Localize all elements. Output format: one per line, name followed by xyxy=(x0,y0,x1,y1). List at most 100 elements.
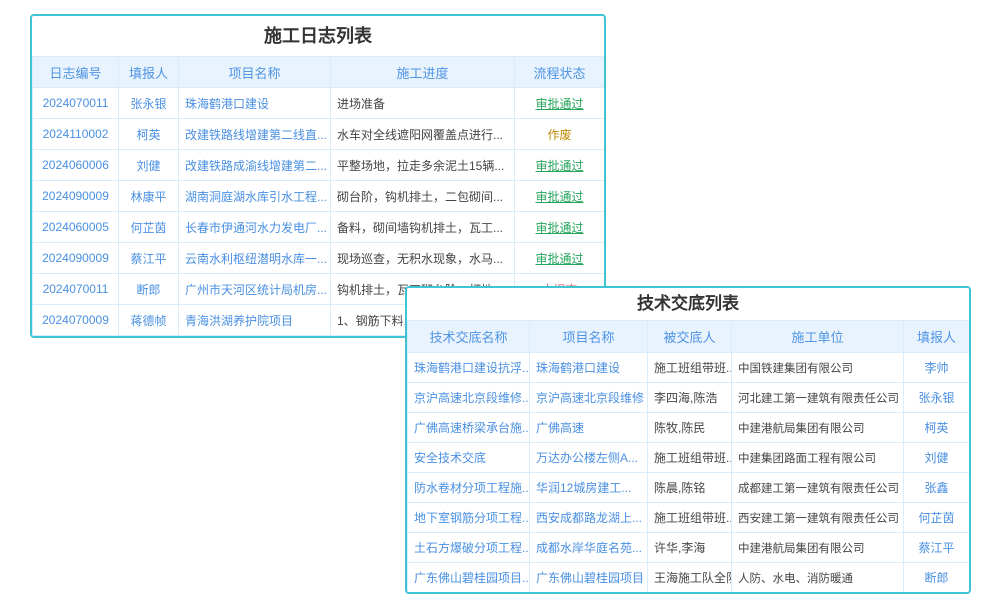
disclosure-name-link[interactable]: 广佛高速桥梁承台施... xyxy=(408,413,530,443)
log-id-link[interactable]: 2024110002 xyxy=(33,119,119,150)
disclosure-name-link[interactable]: 地下室钢筋分项工程... xyxy=(408,503,530,533)
project-link[interactable]: 珠海鹤港口建设 xyxy=(530,353,648,383)
progress-text: 平整场地，拉走多余泥土15辆... xyxy=(331,150,515,181)
status-badge[interactable]: 审批通过 xyxy=(515,150,605,181)
reporter-link[interactable]: 林康平 xyxy=(119,181,179,212)
reporter-link[interactable]: 张永银 xyxy=(904,383,970,413)
log-id-link[interactable]: 2024060005 xyxy=(33,212,119,243)
reporter-link[interactable]: 断郎 xyxy=(119,274,179,305)
status-badge[interactable]: 审批通过 xyxy=(515,243,605,274)
tech-disclosure-panel: 技术交底列表 技术交底名称 项目名称 被交底人 施工单位 填报人 珠海鹤港口建设… xyxy=(405,286,971,594)
project-link[interactable]: 京沪高速北京段维修 xyxy=(530,383,648,413)
column-header-disclosure-name: 技术交底名称 xyxy=(408,321,530,353)
table-row: 2024070011 张永银 珠海鹤港口建设 进场准备 审批通过 xyxy=(33,88,605,119)
table-row: 2024090009 蔡江平 云南水利枢纽潜明水库一... 现场巡查，无积水现象… xyxy=(33,243,605,274)
column-header-briefed-person: 被交底人 xyxy=(648,321,732,353)
table-row: 土石方爆破分项工程... 成都水岸华庭名苑... 许华,李海 中建港航局集团有限… xyxy=(408,533,970,563)
table-row: 2024060006 刘健 改建铁路成渝线增建第二... 平整场地，拉走多余泥土… xyxy=(33,150,605,181)
construction-unit-text: 西安建工第一建筑有限责任公司 xyxy=(732,503,904,533)
project-link[interactable]: 青海洪湖养护院项目 xyxy=(179,305,331,336)
construction-unit-text: 人防、水电、消防暖通 xyxy=(732,563,904,593)
table-row: 2024090009 林康平 湖南洞庭湖水库引水工程... 砌台阶，钩机排土，二… xyxy=(33,181,605,212)
table-row: 2024110002 柯英 改建铁路线增建第二线直... 水车对全线遮阳网覆盖点… xyxy=(33,119,605,150)
briefed-person-text: 王海施工队全队 xyxy=(648,563,732,593)
disclosure-name-link[interactable]: 防水卷材分项工程施... xyxy=(408,473,530,503)
reporter-link[interactable]: 蒋德帧 xyxy=(119,305,179,336)
project-link[interactable]: 华润12城房建工... xyxy=(530,473,648,503)
log-id-link[interactable]: 2024070011 xyxy=(33,88,119,119)
reporter-link[interactable]: 何芷茵 xyxy=(904,503,970,533)
disclosure-name-link[interactable]: 安全技术交底 xyxy=(408,443,530,473)
tech-disclosure-title: 技术交底列表 xyxy=(407,288,969,320)
status-badge[interactable]: 审批通过 xyxy=(515,212,605,243)
briefed-person-text: 施工班组带班... xyxy=(648,443,732,473)
progress-text: 现场巡查，无积水现象，水马... xyxy=(331,243,515,274)
construction-unit-text: 河北建工第一建筑有限责任公司 xyxy=(732,383,904,413)
column-header-reporter: 填报人 xyxy=(119,57,179,88)
tech-disclosure-table: 技术交底名称 项目名称 被交底人 施工单位 填报人 珠海鹤港口建设抗浮... 珠… xyxy=(407,320,970,593)
column-header-project: 项目名称 xyxy=(530,321,648,353)
briefed-person-text: 施工班组带班... xyxy=(648,353,732,383)
reporter-link[interactable]: 蔡江平 xyxy=(904,533,970,563)
status-badge[interactable]: 审批通过 xyxy=(515,181,605,212)
column-header-construction-unit: 施工单位 xyxy=(732,321,904,353)
reporter-link[interactable]: 张鑫 xyxy=(904,473,970,503)
briefed-person-text: 许华,李海 xyxy=(648,533,732,563)
table-row: 珠海鹤港口建设抗浮... 珠海鹤港口建设 施工班组带班... 中国铁建集团有限公… xyxy=(408,353,970,383)
table-row: 地下室钢筋分项工程... 西安成都路龙湖上... 施工班组带班... 西安建工第… xyxy=(408,503,970,533)
construction-log-title: 施工日志列表 xyxy=(32,16,604,56)
project-link[interactable]: 广东佛山碧桂园项目 xyxy=(530,563,648,593)
progress-text: 砌台阶，钩机排土，二包砌间... xyxy=(331,181,515,212)
reporter-link[interactable]: 柯英 xyxy=(904,413,970,443)
column-header-status: 流程状态 xyxy=(515,57,605,88)
column-header-project: 项目名称 xyxy=(179,57,331,88)
construction-unit-text: 中建港航局集团有限公司 xyxy=(732,413,904,443)
disclosure-name-link[interactable]: 珠海鹤港口建设抗浮... xyxy=(408,353,530,383)
project-link[interactable]: 广州市天河区统计局机房... xyxy=(179,274,331,305)
reporter-link[interactable]: 断郎 xyxy=(904,563,970,593)
reporter-link[interactable]: 蔡江平 xyxy=(119,243,179,274)
construction-unit-text: 成都建工第一建筑有限责任公司 xyxy=(732,473,904,503)
column-header-progress: 施工进度 xyxy=(331,57,515,88)
project-link[interactable]: 珠海鹤港口建设 xyxy=(179,88,331,119)
briefed-person-text: 陈牧,陈民 xyxy=(648,413,732,443)
log-id-link[interactable]: 2024090009 xyxy=(33,181,119,212)
project-link[interactable]: 广佛高速 xyxy=(530,413,648,443)
reporter-link[interactable]: 刘健 xyxy=(904,443,970,473)
tech-disclosure-body: 珠海鹤港口建设抗浮... 珠海鹤港口建设 施工班组带班... 中国铁建集团有限公… xyxy=(408,353,970,593)
project-link[interactable]: 云南水利枢纽潜明水库一... xyxy=(179,243,331,274)
table-row: 安全技术交底 万达办公楼左侧A... 施工班组带班... 中建集团路面工程有限公… xyxy=(408,443,970,473)
project-link[interactable]: 西安成都路龙湖上... xyxy=(530,503,648,533)
project-link[interactable]: 长春市伊通河水力发电厂... xyxy=(179,212,331,243)
progress-text: 进场准备 xyxy=(331,88,515,119)
reporter-link[interactable]: 刘健 xyxy=(119,150,179,181)
project-link[interactable]: 万达办公楼左侧A... xyxy=(530,443,648,473)
project-link[interactable]: 改建铁路成渝线增建第二... xyxy=(179,150,331,181)
construction-unit-text: 中国铁建集团有限公司 xyxy=(732,353,904,383)
page: 施工日志列表 日志编号 填报人 项目名称 施工进度 流程状态 202407001… xyxy=(0,0,1000,600)
reporter-link[interactable]: 张永银 xyxy=(119,88,179,119)
table-header-row: 日志编号 填报人 项目名称 施工进度 流程状态 xyxy=(33,57,605,88)
log-id-link[interactable]: 2024090009 xyxy=(33,243,119,274)
table-row: 京沪高速北京段维修... 京沪高速北京段维修 李四海,陈浩 河北建工第一建筑有限… xyxy=(408,383,970,413)
briefed-person-text: 施工班组带班... xyxy=(648,503,732,533)
log-id-link[interactable]: 2024070009 xyxy=(33,305,119,336)
project-link[interactable]: 成都水岸华庭名苑... xyxy=(530,533,648,563)
status-badge[interactable]: 审批通过 xyxy=(515,88,605,119)
reporter-link[interactable]: 柯英 xyxy=(119,119,179,150)
reporter-link[interactable]: 何芷茵 xyxy=(119,212,179,243)
progress-text: 水车对全线遮阳网覆盖点进行... xyxy=(331,119,515,150)
briefed-person-text: 陈晨,陈铭 xyxy=(648,473,732,503)
disclosure-name-link[interactable]: 土石方爆破分项工程... xyxy=(408,533,530,563)
project-link[interactable]: 改建铁路线增建第二线直... xyxy=(179,119,331,150)
column-header-log-id: 日志编号 xyxy=(33,57,119,88)
status-badge[interactable]: 作废 xyxy=(515,119,605,150)
disclosure-name-link[interactable]: 京沪高速北京段维修... xyxy=(408,383,530,413)
log-id-link[interactable]: 2024060006 xyxy=(33,150,119,181)
project-link[interactable]: 湖南洞庭湖水库引水工程... xyxy=(179,181,331,212)
log-id-link[interactable]: 2024070011 xyxy=(33,274,119,305)
disclosure-name-link[interactable]: 广东佛山碧桂园项目... xyxy=(408,563,530,593)
reporter-link[interactable]: 李帅 xyxy=(904,353,970,383)
construction-unit-text: 中建港航局集团有限公司 xyxy=(732,533,904,563)
progress-text: 备料，砌间墙钩机排土，瓦工... xyxy=(331,212,515,243)
